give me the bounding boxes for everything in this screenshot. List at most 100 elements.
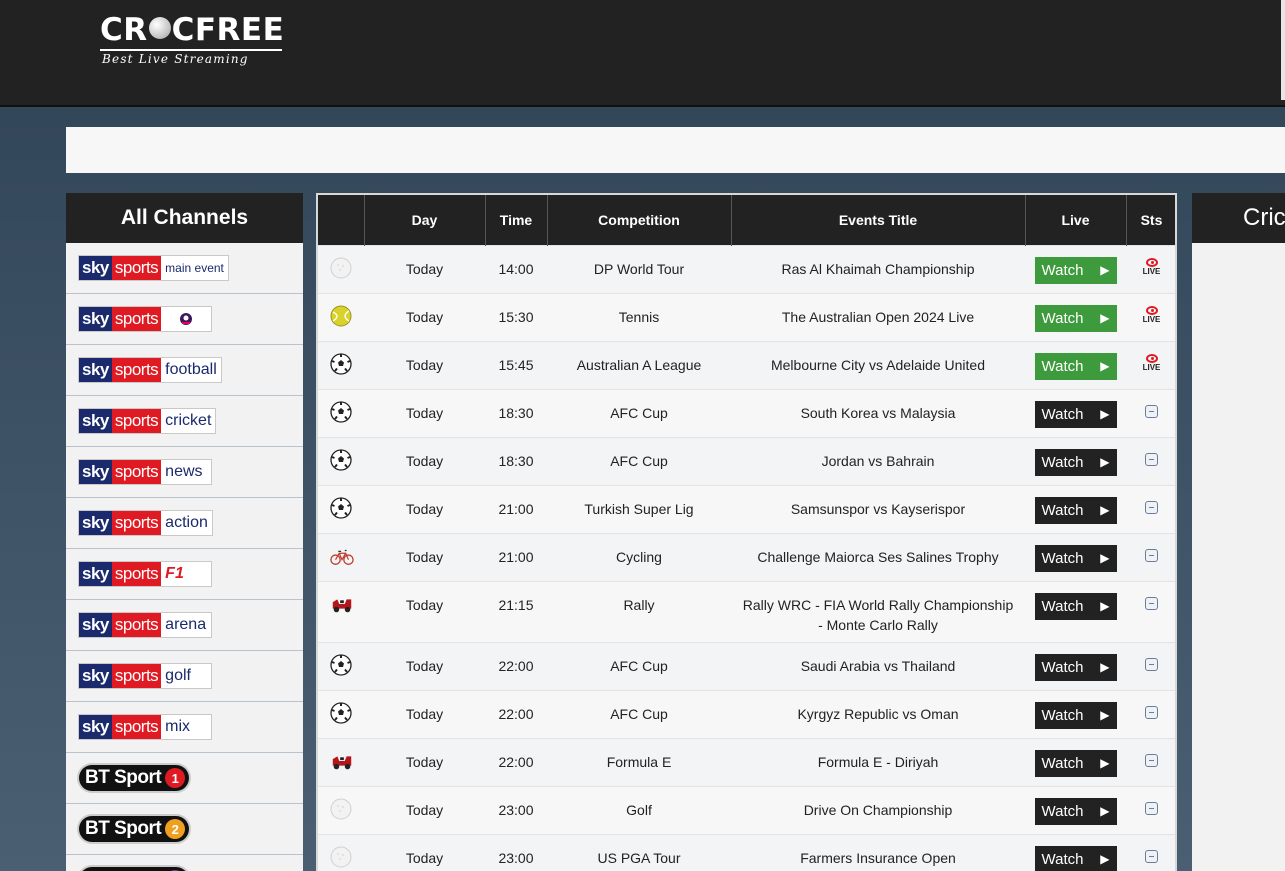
- day-cell: Today: [364, 388, 485, 437]
- table-row: Today 22:00 AFC Cup Kyrgyz Republic vs Oman…: [318, 689, 1175, 738]
- watch-button[interactable]: Watch ▶: [1034, 496, 1117, 524]
- table-row: Today 18:30 AFC Cup Jordan vs Bahrain Watch ▶: [318, 436, 1175, 485]
- offline-status-icon: [1145, 452, 1158, 466]
- competition-cell: AFC Cup: [547, 436, 731, 485]
- bt-sport-logo: BT Sport 1: [79, 765, 190, 791]
- watch-label: Watch: [1041, 357, 1084, 375]
- offline-status-icon: [1145, 801, 1158, 815]
- live-status-badge: LIVE: [1143, 353, 1160, 372]
- sports-text: sports: [111, 307, 162, 331]
- sky-sports-logo: sky sports action: [79, 511, 212, 535]
- sidebar-item-channel[interactable]: sky sports cricket: [66, 396, 303, 447]
- sky-text: sky: [79, 460, 112, 484]
- status-cell: [1126, 484, 1175, 533]
- watch-button[interactable]: Watch ▶: [1034, 592, 1117, 620]
- live-cell: Watch ▶: [1025, 388, 1126, 437]
- sidebar-item-channel[interactable]: sky sports F1: [66, 549, 303, 600]
- sidebar-item-channel[interactable]: sky sports: [66, 294, 303, 345]
- sidebar-item-channel[interactable]: sky sports football: [66, 345, 303, 396]
- sports-text: sports: [111, 460, 162, 484]
- watch-button[interactable]: Watch ▶: [1034, 448, 1117, 476]
- live-cell: Watch ▶: [1025, 340, 1126, 389]
- status-cell: [1126, 689, 1175, 738]
- watch-button[interactable]: Watch ▶: [1034, 352, 1117, 380]
- watch-button[interactable]: Watch ▶: [1034, 400, 1117, 428]
- sky-text: sky: [79, 664, 112, 688]
- live-cell: Watch ▶: [1025, 436, 1126, 485]
- sport-cell: [318, 580, 364, 642]
- channel-suffix: main event: [161, 256, 228, 280]
- watch-button[interactable]: Watch ▶: [1034, 544, 1117, 572]
- soccer-ball-icon: [330, 496, 352, 519]
- sports-text: sports: [111, 409, 162, 433]
- play-arrow-icon: ▶: [1100, 359, 1110, 373]
- sidebar-item-channel[interactable]: sky sports arena: [66, 600, 303, 651]
- sky-text: sky: [79, 358, 112, 382]
- table-row: Today 21:15 Rally Rally WRC - FIA World Ral…: [318, 580, 1175, 642]
- watch-button[interactable]: Watch ▶: [1034, 701, 1117, 729]
- live-cell: Watch ▶: [1025, 737, 1126, 786]
- sidebar-item-channel[interactable]: sky sports main event: [66, 243, 303, 294]
- sidebar-item-channel[interactable]: sky sports news: [66, 447, 303, 498]
- time-cell: 15:45: [485, 340, 547, 389]
- time-cell: 22:00: [485, 641, 547, 690]
- offline-status-icon: [1145, 705, 1158, 719]
- play-arrow-icon: ▶: [1100, 311, 1110, 325]
- channel-suffix: arena: [161, 613, 212, 637]
- status-cell: LIVE: [1126, 292, 1175, 341]
- channel-sidebar: All Channels sky sports main event sky sport…: [66, 193, 303, 871]
- competition-cell: Australian A League: [547, 340, 731, 389]
- sports-text: sports: [111, 613, 162, 637]
- soccer-ball-icon: [330, 448, 352, 471]
- live-cell: Watch ▶: [1025, 484, 1126, 533]
- time-cell: 21:15: [485, 580, 547, 642]
- live-badge-text: LIVE: [1142, 266, 1161, 276]
- time-cell: 22:00: [485, 689, 547, 738]
- watch-button[interactable]: Watch ▶: [1034, 256, 1117, 284]
- col-header-time: Time: [485, 195, 548, 245]
- watch-button[interactable]: Watch ▶: [1034, 797, 1117, 825]
- sidebar-item-channel[interactable]: sky sports action: [66, 498, 303, 549]
- offline-status-icon: [1145, 596, 1158, 610]
- sport-cell: [318, 340, 364, 389]
- table-row: Today 21:00 Cycling Challenge Maiorca Ses S…: [318, 532, 1175, 581]
- logo-text-right: CFREE: [171, 12, 285, 48]
- table-header-row: Day Time Competition Events Title Live S…: [318, 195, 1175, 245]
- golf-ball-icon: [330, 257, 352, 279]
- sport-cell: [318, 244, 364, 293]
- bt-sport-logo: BT Sport3: [79, 867, 190, 871]
- live-dot-icon: [1145, 257, 1158, 267]
- sport-cell: [318, 292, 364, 341]
- status-cell: [1126, 737, 1175, 786]
- play-arrow-icon: ▶: [1100, 708, 1110, 722]
- sport-cell: [318, 689, 364, 738]
- golf-ball-logo-icon: [148, 17, 171, 39]
- sidebar-item-channel[interactable]: sky sports golf: [66, 651, 303, 702]
- sidebar-item-channel[interactable]: sky sports mix: [66, 702, 303, 753]
- race-car-icon: [330, 593, 352, 615]
- time-cell: 18:30: [485, 436, 547, 485]
- play-arrow-icon: ▶: [1100, 852, 1110, 866]
- watch-button[interactable]: Watch ▶: [1034, 304, 1117, 332]
- sidebar-item-channel[interactable]: BT Sport 2: [66, 804, 303, 855]
- day-cell: Today: [364, 689, 485, 738]
- soccer-ball-icon: [330, 701, 352, 724]
- watch-button[interactable]: Watch ▶: [1034, 845, 1117, 871]
- day-cell: Today: [364, 292, 485, 341]
- day-cell: Today: [364, 641, 485, 690]
- watch-button[interactable]: Watch ▶: [1034, 653, 1117, 681]
- day-cell: Today: [364, 340, 485, 389]
- table-row: Today 23:00 US PGA Tour Farmers Insurance O…: [318, 833, 1175, 871]
- sidebar-title: All Channels: [66, 193, 303, 243]
- sidebar-item-channel[interactable]: BT Sport 1: [66, 753, 303, 804]
- time-cell: 21:00: [485, 484, 547, 533]
- watch-button[interactable]: Watch ▶: [1034, 749, 1117, 777]
- right-panel-title: Cric: [1192, 193, 1285, 243]
- play-arrow-icon: ▶: [1100, 407, 1110, 421]
- logo-tagline: Best Live Streaming: [102, 52, 249, 66]
- site-logo[interactable]: CR CFREE Best Live Streaming: [100, 14, 285, 70]
- sky-text: sky: [79, 307, 112, 331]
- sidebar-item-channel[interactable]: BT Sport3: [66, 855, 303, 871]
- sky-text: sky: [79, 562, 112, 586]
- watch-label: Watch: [1041, 453, 1084, 471]
